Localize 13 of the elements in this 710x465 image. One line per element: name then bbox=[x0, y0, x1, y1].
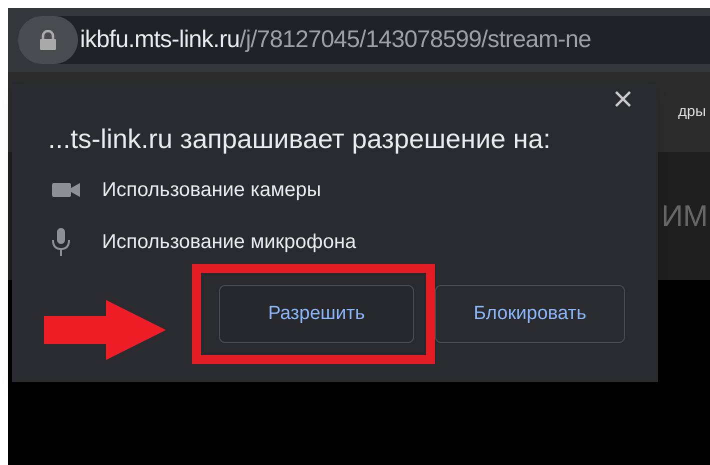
tab-label: дры bbox=[678, 102, 706, 122]
url-field[interactable]: ikbfu.mts-link.ru/j/78127045/143078599/stream-ne bbox=[18, 16, 710, 64]
allow-button[interactable]: Разрешить bbox=[219, 285, 414, 343]
block-button[interactable]: Блокировать bbox=[435, 285, 625, 343]
page-heading-text: ИМ bbox=[661, 198, 708, 234]
video-camera-icon bbox=[52, 182, 80, 198]
dialog-title: ...ts-link.ru запрашивает разрешение на: bbox=[48, 124, 552, 154]
close-icon bbox=[614, 90, 632, 108]
lock-button[interactable] bbox=[18, 16, 78, 64]
permission-label: Использование камеры bbox=[102, 178, 322, 203]
microphone-icon bbox=[52, 228, 70, 256]
lock-icon bbox=[40, 30, 56, 50]
permission-label: Использование микрофона bbox=[102, 230, 356, 255]
